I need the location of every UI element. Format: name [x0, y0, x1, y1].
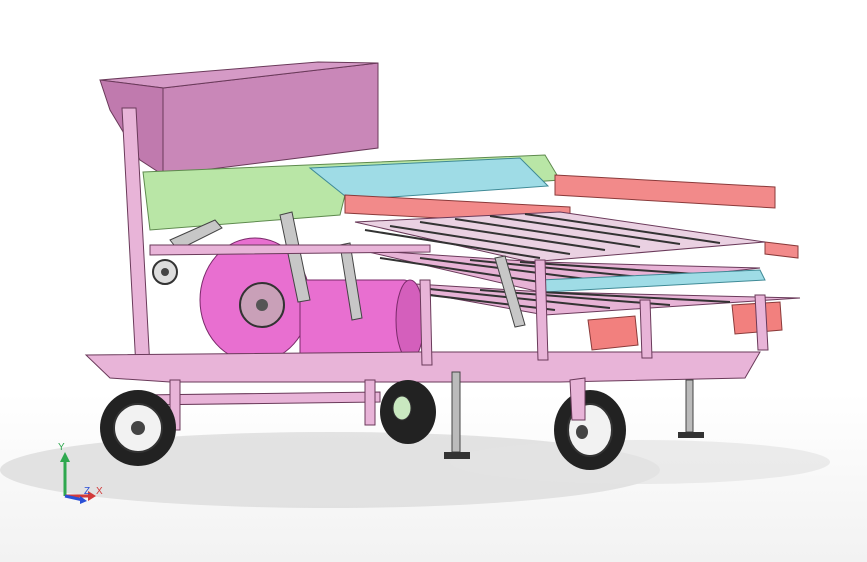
x-axis-label: X [96, 486, 103, 497]
rail-red-tip [764, 241, 799, 259]
drive-pulley-hub [161, 268, 169, 276]
ground-shadow-right [450, 440, 830, 484]
bin-left [587, 315, 639, 351]
y-axis-label: Y [58, 442, 65, 453]
support-leg-right [685, 379, 694, 433]
wheel-rear-left [380, 380, 436, 444]
support-leg-middle [451, 371, 461, 453]
wheel-front-right [554, 390, 626, 470]
y-axis-arrow [60, 452, 70, 462]
rail-red-upper [554, 174, 776, 209]
machine-3d-model[interactable] [0, 0, 867, 562]
support-leg-foot-middle [444, 452, 470, 459]
cad-viewport[interactable]: Y Z X [0, 0, 867, 562]
wheel-front-left [100, 390, 176, 466]
support-leg-foot-right [678, 432, 704, 438]
axis-triad: Y Z X [58, 442, 103, 504]
fan-hub [256, 299, 268, 311]
z-axis-label: Z [84, 486, 90, 497]
wheel-fork-right [569, 377, 586, 421]
